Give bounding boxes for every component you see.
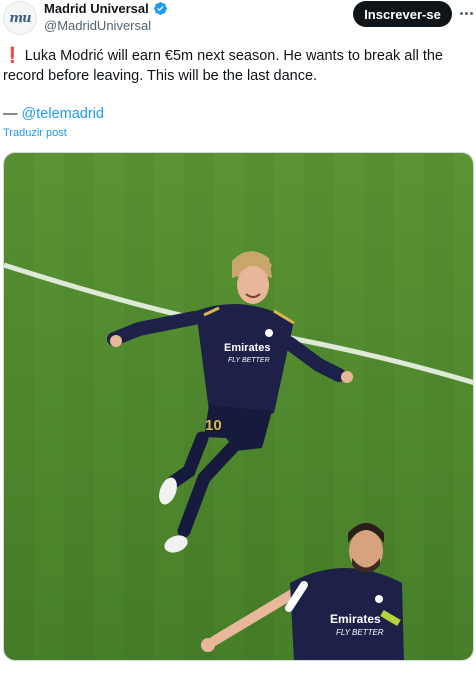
tweet-text: ❗ Luka Modrić will earn €5m next season. … — [3, 46, 473, 86]
shorts-number: 10 — [205, 417, 222, 434]
shirt-sponsor: Emirates — [224, 342, 270, 354]
credit-prefix: — — [3, 106, 22, 122]
subscribe-button[interactable]: Inscrever-se — [353, 1, 452, 27]
verified-badge-icon — [153, 2, 167, 15]
translate-link[interactable]: Traduzir post — [3, 127, 67, 139]
display-name[interactable]: Madrid Universal — [44, 1, 149, 16]
handle[interactable]: @MadridUniversal — [44, 18, 151, 33]
tweet-photo[interactable]: Emirates FLY BETTER 10 Emirates FLY BETT… — [3, 152, 474, 661]
tweet-body: Luka Modrić will earn €5m next season. H… — [3, 48, 443, 84]
photo-illustration: Emirates FLY BETTER 10 Emirates FLY BETT… — [4, 153, 473, 660]
shirt-sponsor-tag-2: FLY BETTER — [336, 628, 384, 637]
more-options-icon[interactable] — [460, 5, 474, 21]
mention-link[interactable]: @telemadrid — [22, 106, 104, 122]
shirt-sponsor-tag: FLY BETTER — [228, 357, 270, 364]
tweet-header: mu Madrid Universal @MadridUniversal Ins… — [0, 0, 476, 40]
avatar[interactable]: mu — [3, 1, 37, 35]
name-row: Madrid Universal — [44, 1, 168, 16]
red-exclamation-icon: ❗ — [3, 47, 22, 64]
shirt-sponsor-2: Emirates — [330, 612, 381, 626]
credit-line: — @telemadrid — [3, 106, 104, 122]
